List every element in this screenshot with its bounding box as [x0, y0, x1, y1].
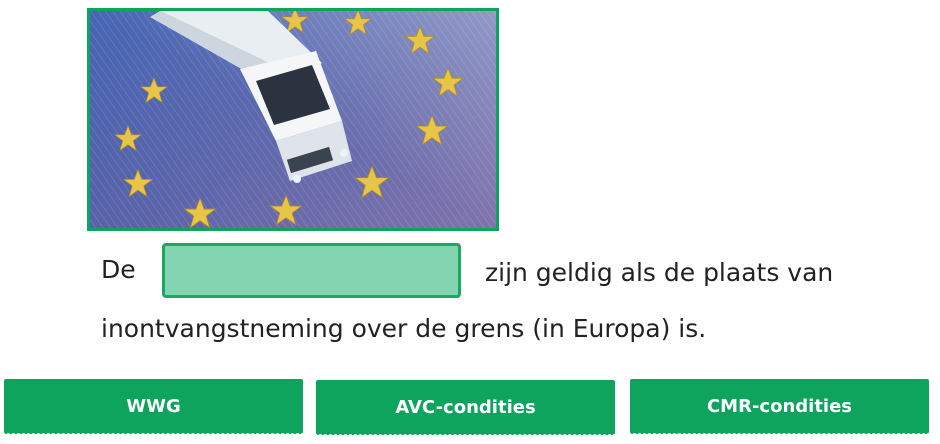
sentence-second-line: inontvangstneming over de grens (in Euro… — [101, 314, 707, 343]
option-button-avc-condities[interactable]: AVC-condities — [316, 380, 615, 435]
question-image — [87, 8, 499, 231]
answer-drop-zone[interactable] — [162, 243, 461, 298]
sentence-word-before-gap: De — [101, 255, 136, 284]
option-button-cmr-condities[interactable]: CMR-condities — [630, 379, 929, 434]
option-button-wwg[interactable]: WWG — [4, 379, 303, 434]
sentence-text-after-gap: zijn geldig als de plaats van — [485, 258, 834, 287]
truck-eu-flag-illustration — [90, 11, 496, 228]
